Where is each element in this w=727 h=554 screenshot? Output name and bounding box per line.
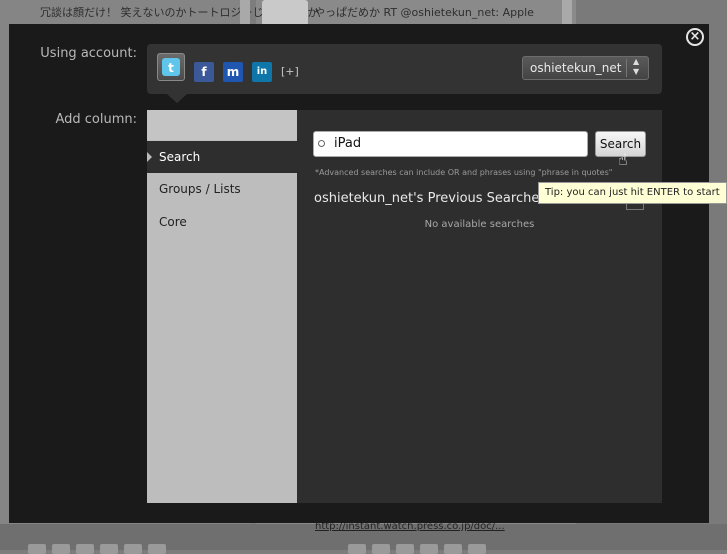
close-icon[interactable]: × <box>686 28 704 46</box>
toolbar-button[interactable] <box>396 544 414 554</box>
account-select-value: oshietekun_net <box>530 61 622 75</box>
toolbar-button[interactable] <box>348 544 366 554</box>
add-column-label: Add column: <box>55 112 137 127</box>
select-divider <box>626 59 627 77</box>
chevron-up-down-icon: ▲ ▼ <box>633 57 640 76</box>
previous-searches-title: oshietekun_net's Previous Searches: <box>314 191 551 206</box>
search-hint: *Advanced searches can include OR and ph… <box>315 168 613 177</box>
scrollbar[interactable] <box>240 0 250 24</box>
chevron-right-icon <box>147 152 152 162</box>
scrollbar[interactable] <box>562 0 572 24</box>
hand-cursor-icon: ☝ <box>618 150 628 169</box>
no-searches-text: No available searches <box>424 219 535 230</box>
account-bar-pointer <box>167 94 187 103</box>
avatar <box>262 0 308 26</box>
column-type-label: Core <box>159 215 187 229</box>
column-type-list-header <box>147 110 297 140</box>
toolbar-button[interactable] <box>76 544 94 554</box>
column-type-core[interactable]: Core <box>147 206 297 238</box>
toolbar-button[interactable] <box>444 544 462 554</box>
facebook-icon[interactable]: f <box>194 62 214 82</box>
toolbar-button[interactable] <box>28 544 46 554</box>
linkedin-icon[interactable]: in <box>252 62 272 82</box>
column-type-groups-lists[interactable]: Groups / Lists <box>147 173 297 205</box>
account-select[interactable]: oshietekun_net ▲ ▼ <box>522 56 649 80</box>
toolbar-button[interactable] <box>420 544 438 554</box>
myspace-icon[interactable]: m <box>223 62 243 82</box>
toolbar-button[interactable] <box>148 544 166 554</box>
column-type-search[interactable]: Search <box>147 141 297 173</box>
toolbar-button[interactable] <box>52 544 70 554</box>
column-type-label: Groups / Lists <box>159 182 241 196</box>
add-network-link[interactable]: [+] <box>281 65 299 78</box>
toolbar-button[interactable] <box>468 544 486 554</box>
search-input[interactable]: iPad <box>313 131 588 157</box>
twitter-icon: t <box>162 58 180 76</box>
toolbar-button[interactable] <box>100 544 118 554</box>
search-icon <box>318 140 325 147</box>
column-type-label: Search <box>159 150 201 164</box>
toolbar-button[interactable] <box>124 544 142 554</box>
background-tweet-text: やっぱだめか RT @oshietekun_net: Apple <box>314 6 534 19</box>
using-account-label: Using account: <box>40 46 137 61</box>
toolbar-button[interactable] <box>372 544 390 554</box>
tooltip: Tip: you can just hit ENTER to start <box>538 182 727 204</box>
